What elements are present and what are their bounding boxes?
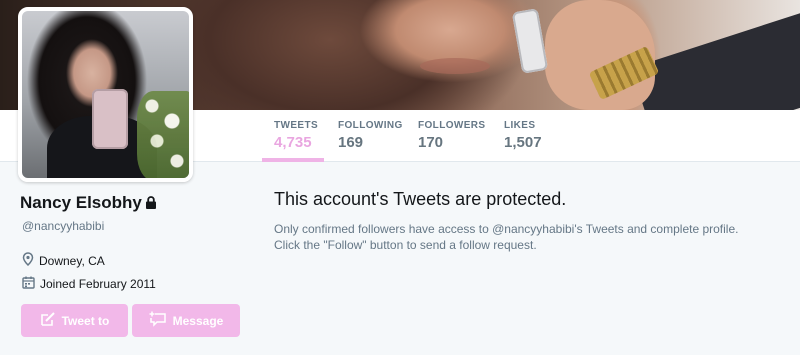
profile-joined: Joined February 2011 [22, 276, 156, 292]
stat-tweets[interactable]: TWEETS 4,735 [262, 110, 324, 162]
protected-description: Only confirmed followers have access to … [274, 222, 774, 253]
tweet-to-button[interactable]: Tweet to [21, 304, 128, 337]
stat-value: 169 [338, 134, 364, 151]
message-button[interactable]: Message [132, 304, 240, 337]
compose-icon [40, 311, 56, 330]
calendar-icon [22, 276, 35, 292]
location-pin-icon [22, 252, 34, 269]
stat-label: TWEETS [274, 120, 319, 131]
tweet-to-label: Tweet to [61, 313, 110, 328]
profile-location: Downey, CA [22, 252, 105, 269]
stat-value: 170 [418, 134, 444, 151]
location-text: Downey, CA [39, 253, 105, 268]
stat-value: 4,735 [274, 134, 312, 151]
joined-text: Joined February 2011 [40, 277, 156, 291]
stat-followers[interactable]: FOLLOWERS 170 [418, 110, 485, 162]
stat-following[interactable]: FOLLOWING 169 [338, 110, 403, 162]
profile-name[interactable]: Nancy Elsobhy [20, 193, 142, 212]
message-icon [149, 311, 167, 330]
protected-line-1: Only confirmed followers have access to … [274, 222, 739, 236]
stat-label: LIKES [504, 120, 536, 131]
protected-title: This account's Tweets are protected. [274, 189, 567, 209]
profile-handle[interactable]: @nancyyhabibi [22, 219, 104, 233]
stat-value: 1,507 [504, 134, 542, 151]
message-label: Message [172, 313, 224, 328]
stat-label: FOLLOWERS [418, 120, 486, 131]
avatar[interactable] [18, 7, 193, 182]
protected-line-2: Click the "Follow" button to send a foll… [274, 237, 537, 252]
lock-icon [145, 194, 157, 214]
profile-name-row: Nancy Elsobhy [20, 193, 157, 214]
stat-label: FOLLOWING [338, 120, 403, 131]
stat-likes[interactable]: LIKES 1,507 [504, 110, 542, 162]
